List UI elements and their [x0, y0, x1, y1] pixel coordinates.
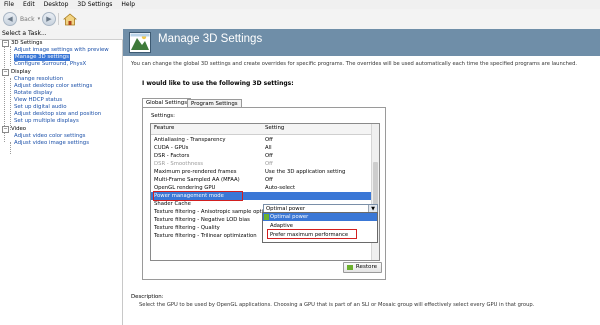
collapse-icon[interactable]: − [2, 69, 9, 76]
option-label: Optimal power [270, 214, 309, 220]
tree-category-video[interactable]: − Video [2, 126, 26, 133]
restore-button[interactable]: Restore [343, 262, 382, 273]
tree-item-rotate-display[interactable]: Rotate display [14, 90, 53, 97]
section-subtitle: I would like to use the following 3D set… [142, 80, 294, 87]
tree-category-3d-settings[interactable]: − 3D Settings [2, 40, 42, 47]
restore-label: Restore [355, 264, 378, 270]
tree-item-manage-3d-settings[interactable]: Manage 3D settings [14, 54, 70, 61]
row-feature: Shader Cache [154, 201, 191, 207]
row-feature: Texture filtering - Negative LOD bias [154, 217, 250, 223]
row-setting: Off [265, 153, 273, 159]
settings-row[interactable]: Multi-Frame Sampled AA (MFAA) Off [151, 176, 371, 184]
tree-category-label: Display [11, 69, 31, 75]
page-header: Manage 3D Settings [123, 29, 600, 56]
tree-item-adjust-image-settings[interactable]: Adjust image settings with preview [14, 47, 109, 54]
row-setting: Off [265, 137, 273, 143]
forward-button[interactable]: ▶ [42, 12, 56, 26]
menu-file[interactable]: File [0, 0, 19, 9]
row-feature: OpenGL rendering GPU [154, 185, 216, 191]
settings-row[interactable]: CUDA - GPUs All [151, 144, 371, 152]
tree-item-view-hdcp[interactable]: View HDCP status [14, 97, 62, 104]
task-panel-header: Select a Task... [0, 29, 124, 40]
page-title: Manage 3D Settings [158, 33, 263, 45]
column-header-setting[interactable]: Setting [265, 125, 284, 131]
row-setting: Off [265, 177, 273, 183]
home-button[interactable] [63, 12, 77, 26]
row-setting: All [265, 145, 272, 151]
3d-settings-logo-icon [129, 32, 151, 53]
collapse-icon[interactable]: − [2, 40, 9, 47]
tree-item-configure-surround[interactable]: Configure Surround, PhysX [14, 61, 86, 68]
restore-icon [347, 265, 353, 270]
settings-row[interactable]: Power management mode [151, 191, 371, 201]
intro-text: You can change the global 3D settings an… [131, 61, 578, 67]
row-feature: CUDA - GPUs [154, 145, 189, 151]
description-label: Description: [131, 294, 164, 300]
settings-label: Settings: [151, 113, 175, 119]
row-feature: Power management mode [153, 191, 243, 201]
row-feature: Texture filtering - Anisotropic sample o… [154, 209, 269, 215]
row-setting: Off [265, 161, 273, 167]
toolbar-divider [58, 13, 59, 25]
settings-row[interactable]: DSR - Factors Off [151, 152, 371, 160]
tree-category-label: Video [11, 126, 27, 132]
back-label: Back [20, 15, 35, 23]
tree-item-multiple-displays[interactable]: Set up multiple displays [14, 118, 79, 125]
row-feature: DSR - Factors [154, 153, 190, 159]
settings-row[interactable]: Maximum pre-rendered frames Use the 3D ap… [151, 168, 371, 176]
highlight-box [267, 229, 357, 239]
toolbar: ◀ Back ▾ ▶ [0, 9, 600, 30]
tree-item-adjust-desktop-color[interactable]: Adjust desktop color settings [14, 83, 92, 90]
description-text: Select the GPU to be used by OpenGL appl… [139, 302, 535, 308]
tree-connector [10, 142, 11, 154]
list-header: Feature Setting [151, 124, 371, 135]
tree-item-change-resolution[interactable]: Change resolution [14, 76, 63, 83]
column-header-feature[interactable]: Feature [154, 125, 174, 131]
collapse-icon[interactable]: − [2, 126, 9, 133]
row-feature: Texture filtering - Trilinear optimizati… [154, 233, 257, 239]
row-feature: Texture filtering - Quality [154, 225, 220, 231]
settings-row[interactable]: Antialiasing - Transparency Off [151, 136, 371, 144]
menu-bar: File Edit Desktop 3D Settings Help [0, 0, 600, 9]
tree-connector [10, 78, 11, 130]
tree-item-digital-audio[interactable]: Set up digital audio [14, 104, 67, 111]
row-feature: Maximum pre-rendered frames [154, 169, 237, 175]
tree-item-video-color[interactable]: Adjust video color settings [14, 133, 86, 140]
home-icon [63, 12, 77, 25]
menu-edit[interactable]: Edit [19, 0, 40, 9]
row-setting: Auto-select [265, 185, 296, 191]
settings-row[interactable]: OpenGL rendering GPU Auto-select [151, 184, 371, 192]
tree-category-label: 3D Settings [11, 40, 43, 46]
tree-category-display[interactable]: − Display [2, 69, 31, 76]
back-dropdown-icon[interactable]: ▾ [38, 16, 41, 22]
row-feature: Multi-Frame Sampled AA (MFAA) [154, 177, 240, 183]
settings-row[interactable]: DSR - Smoothness Off [151, 160, 371, 168]
tree-connector [10, 46, 11, 66]
row-feature: Antialiasing - Transparency [154, 137, 226, 143]
tree-item-desktop-size[interactable]: Adjust desktop size and position [14, 111, 101, 118]
row-feature: DSR - Smoothness [154, 161, 203, 167]
arrow-right-icon: ▶ [42, 12, 56, 26]
menu-3d-settings[interactable]: 3D Settings [73, 0, 117, 9]
menu-desktop[interactable]: Desktop [40, 0, 74, 9]
task-panel: Select a Task... − 3D Settings Adjust im… [0, 29, 124, 325]
menu-help[interactable]: Help [117, 0, 140, 9]
back-button[interactable]: ◀ Back ▾ [3, 12, 40, 26]
option-optimal-power[interactable]: Optimal power [263, 213, 377, 221]
nvidia-recommended-icon [264, 214, 269, 220]
arrow-left-icon: ◀ [3, 12, 17, 26]
row-setting: Use the 3D application setting [265, 169, 346, 175]
tree-item-video-image[interactable]: Adjust video image settings [14, 140, 89, 147]
